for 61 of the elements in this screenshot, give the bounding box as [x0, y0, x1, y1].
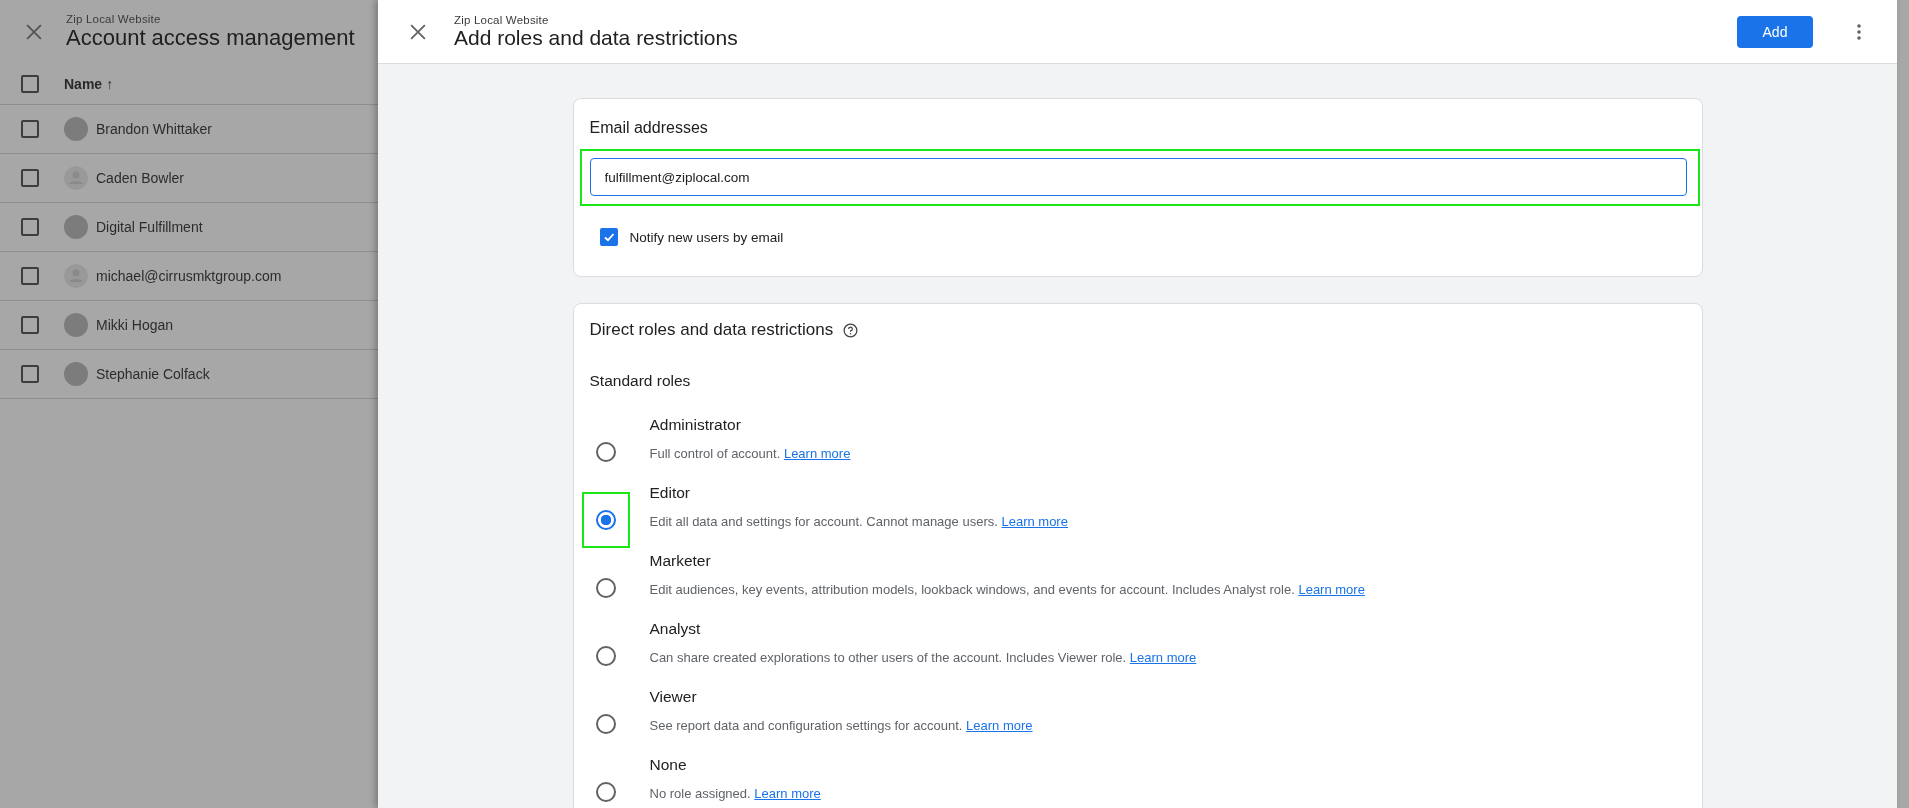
checkbox[interactable]: [599, 228, 618, 246]
field-label: Email addresses: [589, 119, 709, 137]
avatar-photo: [64, 215, 88, 239]
role-description: Full control of account. Learn more: [649, 446, 851, 461]
avatar-photo: [64, 313, 88, 337]
email-input-field[interactable]: fulfillment@ziplocal.com: [589, 158, 1687, 196]
role-description: See report data and configuration settings for account. Learn more: [649, 718, 1033, 733]
checkbox[interactable]: [21, 316, 39, 334]
avatar-icon: [64, 166, 88, 190]
add-button[interactable]: Add: [1737, 15, 1813, 48]
role-name: Viewer: [649, 688, 698, 706]
checkbox[interactable]: [21, 120, 39, 138]
checkbox[interactable]: [21, 169, 39, 187]
radio-button[interactable]: [595, 442, 616, 462]
radio-button[interactable]: [595, 714, 616, 734]
learn-more-link[interactable]: Learn more: [1129, 650, 1197, 665]
checkbox[interactable]: [21, 365, 39, 383]
column-header[interactable]: Name: [64, 76, 103, 92]
user-name[interactable]: Mikki Hogan: [96, 317, 174, 333]
check-icon: [602, 231, 615, 243]
learn-more-link[interactable]: Learn more: [1298, 582, 1365, 597]
section-title: Direct roles and data restrictions: [589, 320, 834, 340]
close-icon[interactable]: [410, 23, 426, 40]
property-name: Zip Local Website: [66, 13, 162, 25]
property-name: Zip Local Website: [454, 13, 550, 26]
close-icon[interactable]: [26, 24, 42, 40]
radio-button[interactable]: [595, 646, 616, 666]
role-name: Analyst: [649, 620, 702, 638]
drawer-title: Add roles and data restrictions: [454, 25, 738, 50]
checkbox[interactable]: [21, 75, 39, 93]
learn-more-link[interactable]: Learn more: [754, 786, 821, 801]
role-description: No role assigned. Learn more: [649, 786, 821, 801]
sort-arrow[interactable]: ↑: [106, 76, 114, 92]
user-name[interactable]: Digital Fulfillment: [96, 219, 203, 235]
role-description: Edit all data and settings for account. Cannot manage users. Learn more: [649, 514, 1068, 529]
user-name[interactable]: Caden Bowler: [96, 170, 184, 186]
role-name: Administrator: [649, 416, 742, 434]
learn-more-link[interactable]: Learn more: [783, 446, 851, 461]
learn-more-link[interactable]: Learn more: [1001, 514, 1068, 529]
user-name[interactable]: michael@cirrusmktgroup.com: [96, 268, 282, 284]
avatar-photo: [64, 362, 88, 386]
radio-button[interactable]: [595, 510, 616, 530]
role-description: Can share created explorations to other users of the account. Includes Viewer role. Learn more: [649, 650, 1197, 665]
checkbox-label: Notify new users by email: [629, 229, 784, 245]
avatar-photo: [64, 117, 88, 141]
role-name: None: [649, 756, 688, 774]
page-title: Account access management: [66, 25, 355, 51]
help-icon[interactable]: [843, 322, 859, 338]
more-options-icon[interactable]: [1857, 23, 1861, 40]
role-name: Marketer: [649, 552, 712, 570]
radio-button[interactable]: [595, 782, 616, 802]
role-description: Edit audiences, key events, attribution models, lookback windows, and events for account. Includes Analyst role. Learn more: [649, 582, 1365, 597]
user-name[interactable]: Brandon Whittaker: [96, 121, 212, 137]
avatar-icon: [64, 264, 88, 288]
checkbox[interactable]: [21, 218, 39, 236]
role-name: Editor: [649, 484, 691, 502]
learn-more-link[interactable]: Learn more: [966, 718, 1033, 733]
checkbox[interactable]: [21, 267, 39, 285]
user-name[interactable]: Stephanie Colfack: [96, 366, 210, 382]
subsection-title: Standard roles: [589, 372, 692, 390]
radio-button[interactable]: [595, 578, 616, 598]
